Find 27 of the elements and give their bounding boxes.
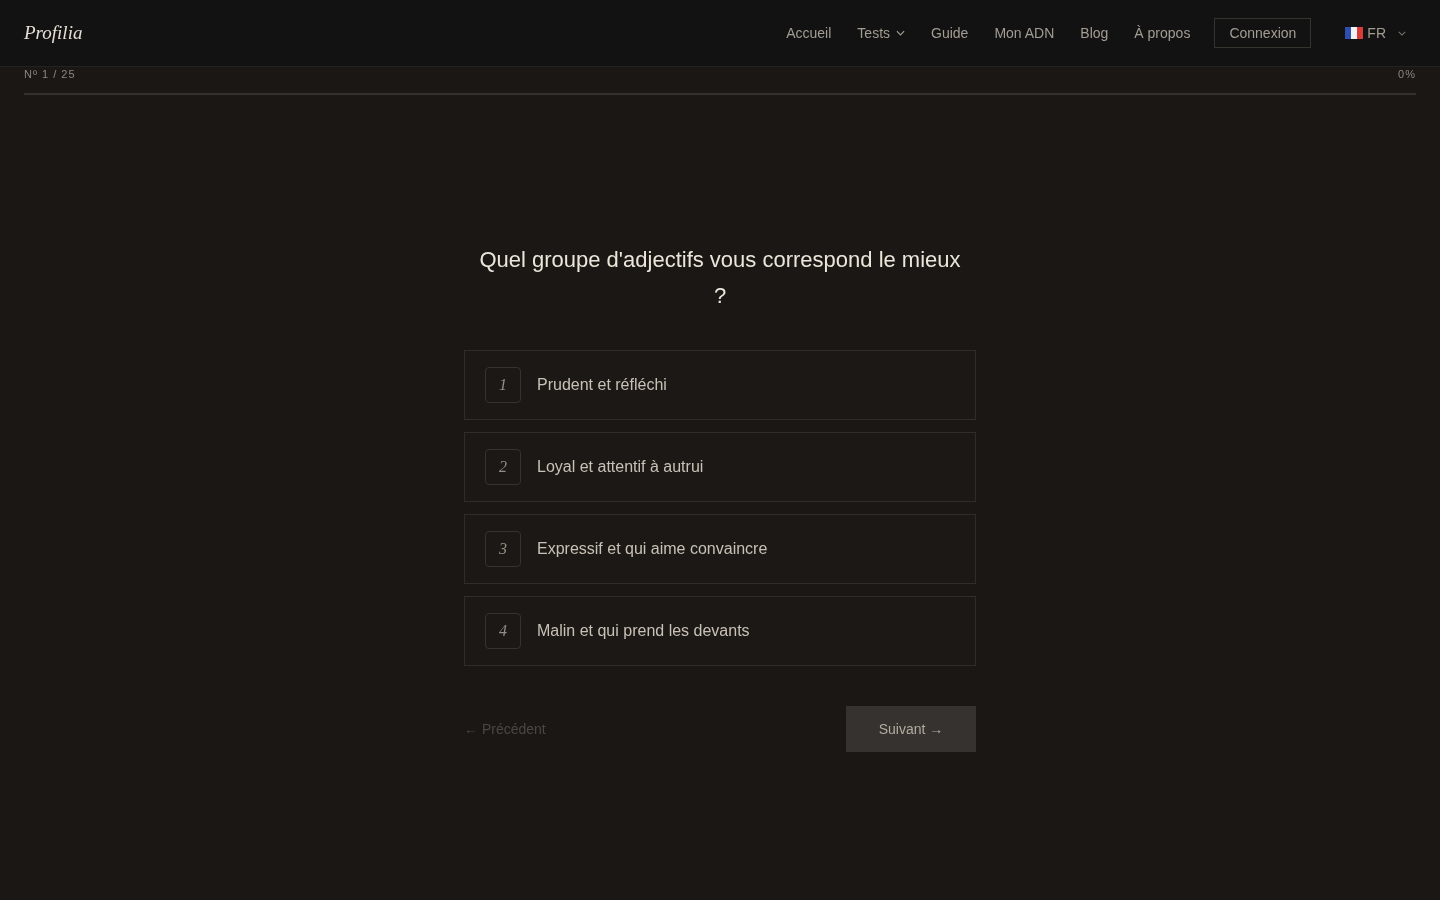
chevron-down-icon xyxy=(896,30,906,36)
nav-dropdown[interactable]: Tests xyxy=(857,25,906,41)
option-number: 3 xyxy=(485,531,521,567)
nav-link[interactable]: Mon ADN xyxy=(994,25,1055,41)
chevron-down-icon xyxy=(1398,30,1406,36)
progress-percent: 0% xyxy=(1398,68,1416,80)
option-label: Prudent et réfléchi xyxy=(537,376,667,394)
option-label: Malin et qui prend les devants xyxy=(537,622,750,640)
option-label: Expressif et qui aime convaincre xyxy=(537,540,768,558)
site-logo[interactable]: Profilia xyxy=(24,22,83,44)
nav-link[interactable]: Blog xyxy=(1080,25,1109,41)
question-counter: Nº 1 / 25 xyxy=(24,68,76,80)
answer-option[interactable]: 1 Prudent et réfléchi xyxy=(464,350,976,420)
option-number: 1 xyxy=(485,367,521,403)
question-title: Quel groupe d'adjectifs vous correspond le mieux ? xyxy=(478,246,962,310)
answer-option[interactable]: 4 Malin et qui prend les devants xyxy=(464,596,976,666)
flag-icon xyxy=(1345,27,1364,39)
language-selector[interactable]: FR xyxy=(1345,25,1406,41)
login-button[interactable]: Connexion xyxy=(1214,18,1312,48)
option-number: 2 xyxy=(485,449,521,485)
nav-link[interactable]: Accueil xyxy=(786,25,832,41)
nav-link[interactable]: Guide xyxy=(931,25,969,41)
nav-link[interactable]: À propos xyxy=(1134,25,1191,41)
option-label: Loyal et attentif à autrui xyxy=(537,458,704,476)
option-number: 4 xyxy=(485,613,521,649)
answer-option[interactable]: 2 Loyal et attentif à autrui xyxy=(464,432,976,502)
answer-option[interactable]: 3 Expressif et qui aime convaincre xyxy=(464,514,976,584)
